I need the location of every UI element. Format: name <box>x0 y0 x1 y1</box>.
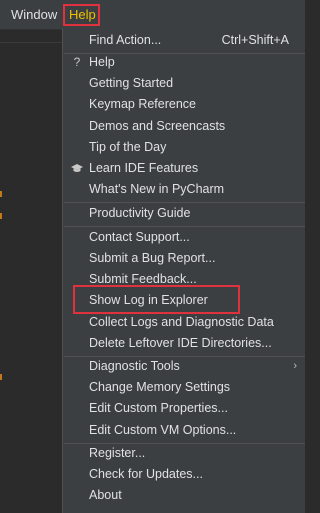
menu-item-label: Register... <box>89 446 146 460</box>
menu-item-label: Productivity Guide <box>89 206 191 220</box>
chevron-right-icon: › <box>293 360 297 372</box>
menu-window[interactable]: Window <box>11 0 57 29</box>
gutter-marker <box>0 374 2 380</box>
menu-item-label: Collect Logs and Diagnostic Data <box>89 315 274 329</box>
menu-item-label: Submit a Bug Report... <box>89 251 216 265</box>
menu-item-label: Help <box>89 55 115 69</box>
menu-item-label: Find Action... <box>89 33 162 47</box>
menu-item-about[interactable]: About <box>63 485 305 506</box>
menu-item-check-for-updates[interactable]: Check for Updates... <box>63 464 305 485</box>
menu-item-register[interactable]: Register... <box>63 443 305 464</box>
menu-item-getting-started[interactable]: Getting Started <box>63 73 305 94</box>
menu-item-demos-and-screencasts[interactable]: Demos and Screencasts <box>63 116 305 137</box>
help-icon: ? <box>73 55 81 69</box>
menu-item-label: Check for Updates... <box>89 467 203 481</box>
menu-item-keymap-reference[interactable]: Keymap Reference <box>63 94 305 115</box>
menu-item-whats-new[interactable]: What's New in PyCharm <box>63 179 305 200</box>
menu-item-label: Edit Custom VM Options... <box>89 423 237 437</box>
menu-item-help[interactable]: ? Help <box>63 52 305 73</box>
menu-item-label: Tip of the Day <box>89 140 167 154</box>
menu-item-label: Contact Support... <box>89 230 190 244</box>
menu-item-find-action[interactable]: Find Action... Ctrl+Shift+A <box>63 30 305 51</box>
gutter-marker <box>0 213 2 219</box>
menu-item-submit-bug-report[interactable]: Submit a Bug Report... <box>63 248 305 269</box>
graduation-cap-icon <box>71 164 83 172</box>
menu-item-diagnostic-tools[interactable]: Diagnostic Tools › <box>63 356 305 377</box>
menu-item-label: Change Memory Settings <box>89 380 231 394</box>
menu-item-label: Learn IDE Features <box>89 161 199 175</box>
menu-item-learn-ide-features[interactable]: Learn IDE Features <box>63 158 305 179</box>
divider <box>0 42 62 43</box>
menu-item-shortcut: Ctrl+Shift+A <box>221 33 289 47</box>
menu-item-change-memory-settings[interactable]: Change Memory Settings <box>63 377 305 398</box>
menu-item-label: Edit Custom Properties... <box>89 401 228 415</box>
menu-item-label: Keymap Reference <box>89 97 197 111</box>
editor-background-strip <box>0 30 62 513</box>
help-dropdown-menu: Find Action... Ctrl+Shift+A ? Help Getti… <box>62 28 305 513</box>
menu-item-edit-custom-vm-options[interactable]: Edit Custom VM Options... <box>63 420 305 441</box>
menu-item-label: Getting Started <box>89 76 174 90</box>
menu-bar: Window Help <box>0 0 305 30</box>
menu-item-label: What's New in PyCharm <box>89 182 225 196</box>
menu-item-label: Demos and Screencasts <box>89 119 226 133</box>
menu-item-delete-leftover-ide[interactable]: Delete Leftover IDE Directories... <box>63 333 305 354</box>
menu-item-contact-support[interactable]: Contact Support... <box>63 227 305 248</box>
menu-item-edit-custom-properties[interactable]: Edit Custom Properties... <box>63 398 305 419</box>
gutter-marker <box>0 191 2 197</box>
menu-item-tip-of-the-day[interactable]: Tip of the Day <box>63 137 305 158</box>
menu-item-label: Delete Leftover IDE Directories... <box>89 336 272 350</box>
help-menu-highlight-box <box>63 4 100 26</box>
menu-item-productivity-guide[interactable]: Productivity Guide <box>63 203 305 224</box>
menu-item-label: About <box>89 488 122 502</box>
menu-item-collect-logs[interactable]: Collect Logs and Diagnostic Data <box>63 312 305 333</box>
show-log-highlight-box <box>73 285 240 314</box>
menu-item-label: Diagnostic Tools <box>89 359 180 373</box>
